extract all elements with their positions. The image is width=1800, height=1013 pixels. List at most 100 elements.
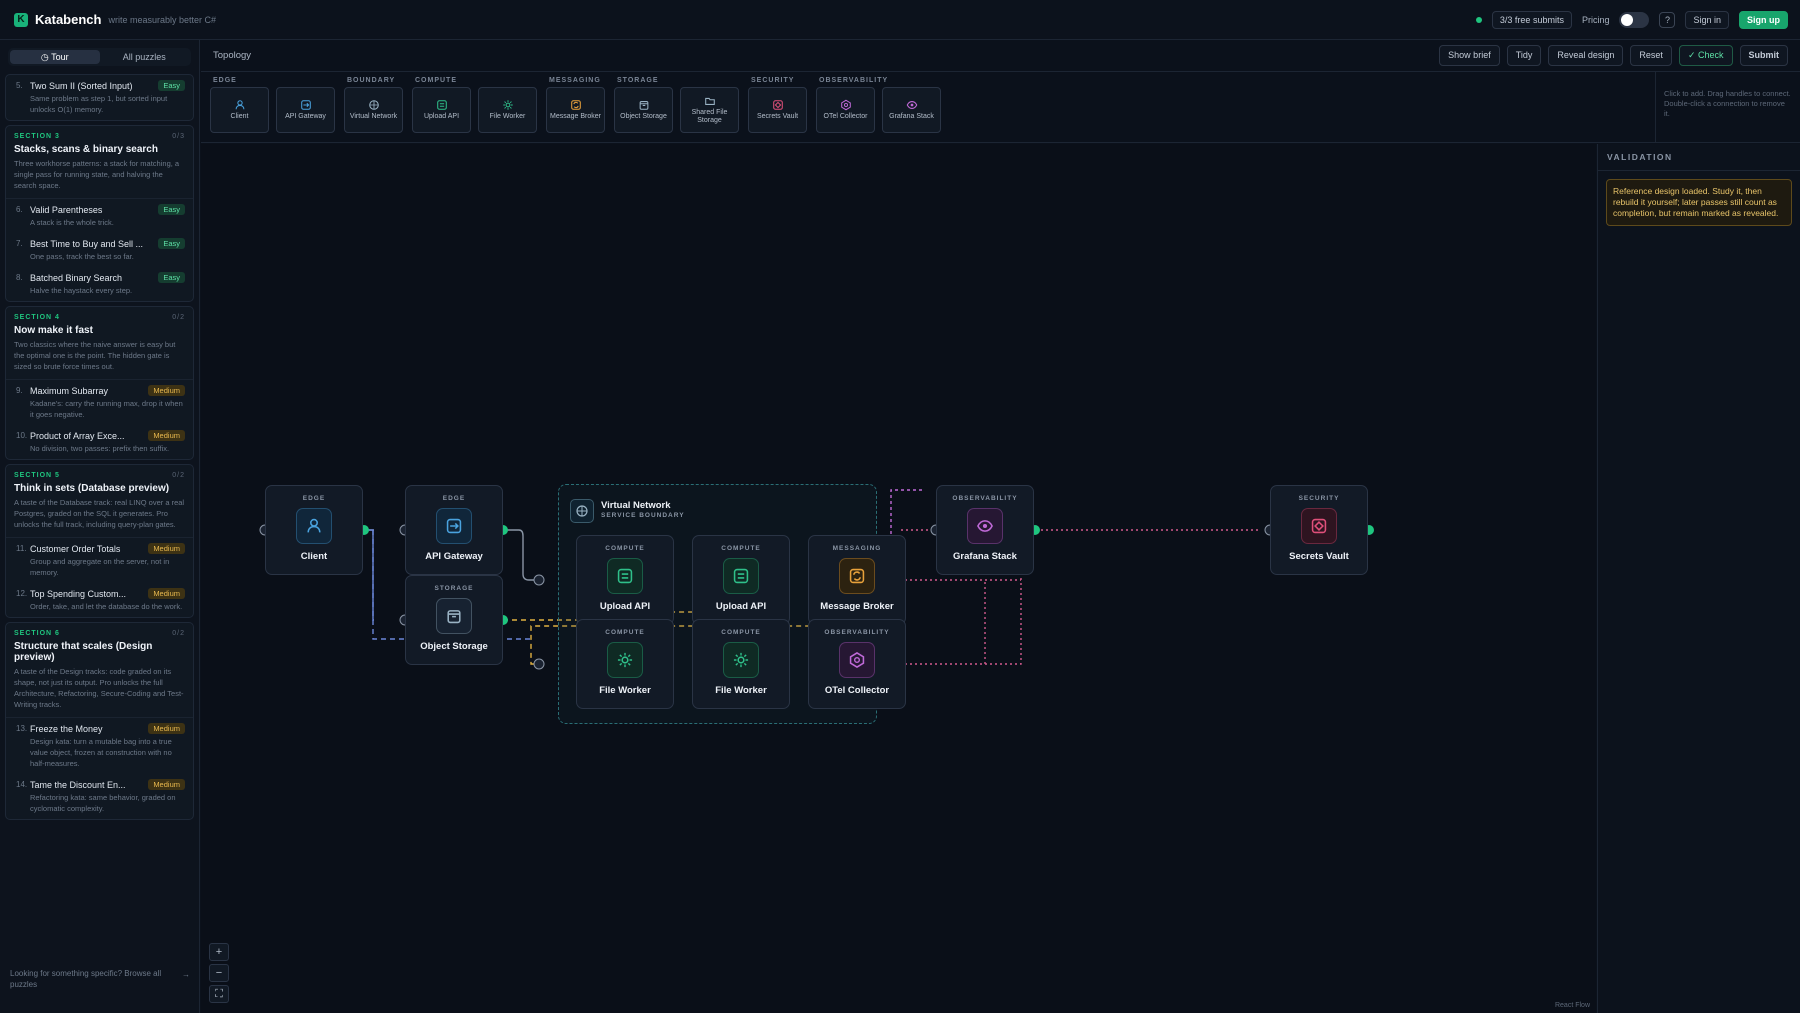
difficulty-badge: Medium <box>148 543 185 554</box>
node-name: File Worker <box>599 685 651 696</box>
fit-view-button[interactable]: ⛶ <box>209 985 229 1003</box>
network-icon <box>570 499 594 523</box>
palette-group-label: COMPUTE <box>415 77 457 84</box>
zoom-out-button[interactable]: − <box>209 964 229 982</box>
palette-group: SECURITY Secrets Vault <box>748 77 807 142</box>
puzzle-name: Tame the Discount En... <box>30 779 126 790</box>
palette-item[interactable]: API Gateway <box>276 87 335 133</box>
node-worker2[interactable]: COMPUTE File Worker <box>692 619 790 709</box>
difficulty-badge: Easy <box>158 238 185 249</box>
sign-up-button[interactable]: Sign up <box>1739 10 1788 29</box>
palette-item[interactable]: OTel Collector <box>816 87 875 133</box>
validation-title: VALIDATION <box>1598 144 1800 171</box>
tidy-button[interactable]: Tidy <box>1506 45 1542 66</box>
zoom-controls: + − ⛶ <box>209 943 229 1003</box>
palette-group: STORAGE Object Storage Shared File Storage <box>614 77 739 142</box>
status-dot-icon <box>1475 16 1482 23</box>
reveal-design-button[interactable]: Reveal design <box>1548 45 1624 66</box>
list-item[interactable]: 11. Customer Order Totals Medium Group and … <box>6 538 193 583</box>
node-broker[interactable]: MESSAGING Message Broker <box>808 535 906 625</box>
sign-in-button[interactable]: Sign in <box>1685 10 1729 29</box>
node-client[interactable]: EDGE Client <box>265 485 363 575</box>
puzzle-description: Halve the haystack every step. <box>30 286 133 295</box>
node-category: MESSAGING <box>832 545 882 552</box>
node-grafana[interactable]: OBSERVABILITY Grafana Stack <box>936 485 1034 575</box>
node-storage[interactable]: STORAGE Object Storage <box>405 575 503 665</box>
top-bar: K Katabench write measurably better C# 3… <box>0 0 1800 40</box>
palette-item[interactable]: Grafana Stack <box>882 87 941 133</box>
tab-tour[interactable]: ◷ Tour <box>10 50 100 64</box>
palette-item[interactable]: Upload API <box>412 87 471 133</box>
section-label: SECTION 3 <box>14 133 60 140</box>
puzzle-name: Freeze the Money <box>30 723 103 734</box>
palette-item[interactable]: Shared File Storage <box>680 87 739 133</box>
react-flow-attribution[interactable]: React Flow <box>1555 1002 1590 1009</box>
list-item[interactable]: 14. Tame the Discount En... Medium Refactor… <box>6 774 193 819</box>
palette-group-label: MESSAGING <box>549 77 601 84</box>
node-name: Grafana Stack <box>953 551 1017 562</box>
palette-group: BOUNDARY Virtual Network <box>344 77 403 142</box>
logo-icon: K <box>14 12 28 27</box>
top-item-card: 5. Two Sum II (Sorted Input) Easy Same pro… <box>5 74 194 121</box>
edge-gateway-upload[interactable] <box>503 529 541 581</box>
section-card: SECTION 5 0/2 Think in sets (Database prev… <box>5 464 194 618</box>
node-otel[interactable]: OBSERVABILITY OTel Collector <box>808 619 906 709</box>
pricing-link[interactable]: Pricing <box>1582 15 1610 25</box>
worker-icon <box>723 642 759 678</box>
section-progress: 0/2 <box>172 630 185 637</box>
node-upload2[interactable]: COMPUTE Upload API <box>692 535 790 625</box>
palette-item[interactable]: Client <box>210 87 269 133</box>
palette-item[interactable]: File Worker <box>478 87 537 133</box>
tab-all-puzzles[interactable]: All puzzles <box>100 50 190 64</box>
list-item[interactable]: 13. Freeze the Money Medium Design kata: tu… <box>6 718 193 774</box>
theme-toggle[interactable] <box>1619 11 1650 28</box>
palette-item[interactable]: Secrets Vault <box>748 87 807 133</box>
node-name: Object Storage <box>420 641 488 652</box>
palette-group: COMPUTE Upload API File Worker <box>412 77 537 142</box>
gateway-icon <box>300 99 312 111</box>
submit-button[interactable]: Submit <box>1739 45 1788 66</box>
list-item[interactable]: 6. Valid Parentheses Easy A stack is the wh… <box>6 199 193 233</box>
zoom-in-button[interactable]: + <box>209 943 229 961</box>
puzzle-description: A stack is the whole trick. <box>30 218 114 227</box>
puzzle-description: Refactoring kata: same behavior, graded … <box>30 793 176 813</box>
tagline: write measurably better C# <box>108 14 217 25</box>
topology-canvas[interactable]: Virtual Network SERVICE BOUNDARY EDGE Cli… <box>201 144 1596 1013</box>
node-worker1[interactable]: COMPUTE File Worker <box>576 619 674 709</box>
group-subtitle: SERVICE BOUNDARY <box>601 512 685 519</box>
list-item[interactable]: 9. Maximum Subarray Medium Kadane's: carry … <box>6 380 193 425</box>
palette-group: MESSAGING Message Broker <box>546 77 605 142</box>
palette-item[interactable]: Message Broker <box>546 87 605 133</box>
section-title: Think in sets (Database preview) <box>14 483 170 494</box>
list-item[interactable]: 8. Batched Binary Search Easy Halve the hay… <box>6 267 193 301</box>
show-brief-button[interactable]: Show brief <box>1439 45 1500 66</box>
list-item[interactable]: 12. Top Spending Custom... Medium Order, ta… <box>6 583 193 617</box>
node-name: Upload API <box>599 601 651 612</box>
user-icon <box>234 99 246 111</box>
sidebar-tabs: ◷ Tour All puzzles <box>8 48 191 66</box>
node-category: OBSERVABILITY <box>952 495 1018 502</box>
reset-button[interactable]: Reset <box>1630 45 1672 66</box>
palette-item[interactable]: Virtual Network <box>344 87 403 133</box>
browse-all-link[interactable]: Looking for something specific? Browse a… <box>10 968 190 990</box>
list-item[interactable]: 5. Two Sum II (Sorted Input) Easy Same pro… <box>6 75 193 120</box>
node-category: COMPUTE <box>605 629 645 636</box>
puzzle-description: Order, take, and let the database do the… <box>30 602 183 611</box>
difficulty-badge: Easy <box>158 80 185 91</box>
node-vault[interactable]: SECURITY Secrets Vault <box>1270 485 1368 575</box>
list-item[interactable]: 7. Best Time to Buy and Sell ... Easy One p… <box>6 233 193 267</box>
check-button[interactable]: ✓ Check <box>1678 45 1733 66</box>
network-icon <box>368 99 380 111</box>
node-name: Upload API <box>715 601 767 612</box>
node-category: COMPUTE <box>721 629 761 636</box>
node-gateway[interactable]: EDGE API Gateway <box>405 485 503 575</box>
help-icon[interactable]: ? <box>1659 11 1676 28</box>
puzzle-name: Product of Array Exce... <box>30 430 125 441</box>
section-progress: 0/2 <box>172 314 185 321</box>
puzzle-name: Valid Parentheses <box>30 204 103 215</box>
storage-icon <box>638 99 650 111</box>
palette-item[interactable]: Object Storage <box>614 87 673 133</box>
list-item[interactable]: 10. Product of Array Exce... Medium No divi… <box>6 425 193 459</box>
node-upload1[interactable]: COMPUTE Upload API <box>576 535 674 625</box>
puzzle-description: Group and aggregate on the server, not i… <box>30 557 170 577</box>
